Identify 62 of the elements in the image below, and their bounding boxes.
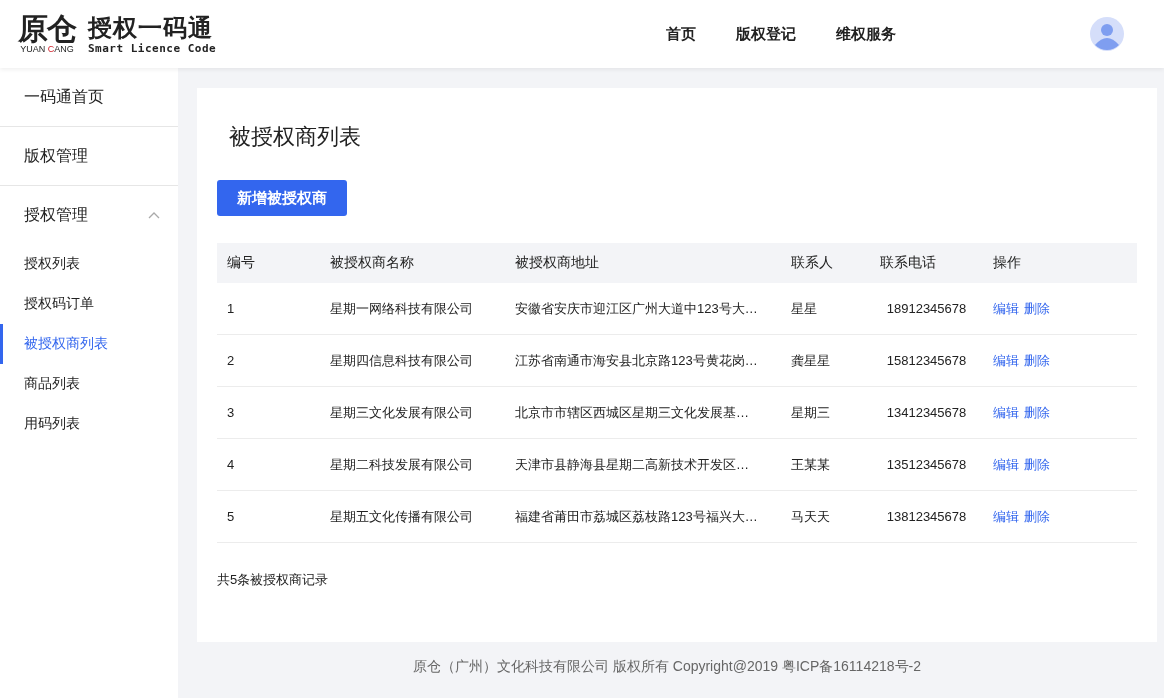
column-header: 编号: [217, 243, 320, 283]
page-title: 被授权商列表: [229, 123, 362, 151]
table-cell: 福建省莆田市荔城区荔枝路123号福兴大…: [505, 490, 781, 543]
table-cell: 2: [217, 334, 320, 387]
table-cell: 15812345678: [870, 334, 983, 387]
table-cell: 马天天: [781, 490, 870, 543]
sidebar-subitem[interactable]: 用码列表: [0, 404, 178, 444]
logo-mark: 原仓: [18, 13, 76, 44]
action-link[interactable]: 编辑: [993, 352, 1019, 368]
table-cell: 13812345678: [870, 490, 983, 543]
sidebar-subitem[interactable]: 授权码订单: [0, 284, 178, 324]
table-cell: 天津市县静海县星期二高新技术开发区…: [505, 438, 781, 491]
table-cell: 星期五文化传播有限公司: [320, 490, 505, 543]
sidebar-item[interactable]: 版权管理: [0, 127, 178, 186]
sidebar-subitem[interactable]: 授权列表: [0, 244, 178, 284]
action-link[interactable]: 删除: [1024, 508, 1050, 524]
action-link[interactable]: 编辑: [993, 404, 1019, 420]
nav-link[interactable]: 版权登记: [736, 24, 796, 44]
table-cell: 安徽省安庆市迎江区广州大道中123号大…: [505, 283, 781, 335]
table-cell: 1: [217, 283, 320, 335]
column-header: 联系人: [781, 243, 870, 283]
table-cell: 星期四信息科技有限公司: [320, 334, 505, 387]
table-cell: 龚星星: [781, 334, 870, 387]
table-cell: 江苏省南通市海安县北京路123号黄花岗…: [505, 334, 781, 387]
chevron-icon: [148, 211, 160, 219]
table-cell: 4: [217, 438, 320, 491]
table-cell: 星期三文化发展有限公司: [320, 386, 505, 439]
action-link[interactable]: 编辑: [993, 456, 1019, 472]
table-cell: 3: [217, 386, 320, 439]
nav-link[interactable]: 维权服务: [836, 24, 896, 44]
total-count: 共5条被授权商记录: [217, 571, 330, 589]
sidebar-group[interactable]: 授权管理: [0, 186, 178, 244]
column-header: 操作: [983, 243, 1137, 283]
table-cell: 18912345678: [870, 283, 983, 335]
logo-title: 授权一码通: [88, 13, 214, 42]
table-cell: 北京市市辖区西城区星期三文化发展基…: [505, 386, 781, 439]
avatar-icon[interactable]: [1090, 17, 1124, 51]
action-link[interactable]: 删除: [1024, 456, 1050, 472]
table-cell: 星期三: [781, 386, 870, 439]
table-cell: 星期二科技发展有限公司: [320, 438, 505, 491]
action-link[interactable]: 编辑: [993, 508, 1019, 524]
column-header: 联系电话: [870, 243, 983, 283]
logo-caption: YUAN CANG: [20, 43, 74, 55]
footer-text: 原仓（广州）文化科技有限公司 版权所有 Copyright@2019 粤ICP备16114218号-2: [413, 658, 921, 674]
table-cell: 5: [217, 490, 320, 543]
column-header: 被授权商地址: [505, 243, 781, 283]
action-link[interactable]: 删除: [1024, 300, 1050, 316]
add-button[interactable]: 新增被授权商: [217, 180, 347, 216]
table-cell: 星期一网络科技有限公司: [320, 283, 505, 335]
logo-subtitle: Smart Licence Code: [88, 41, 217, 55]
sidebar-subitem[interactable]: 被授权商列表: [0, 324, 178, 364]
table-cell: 星星: [781, 283, 870, 335]
action-link[interactable]: 删除: [1024, 404, 1050, 420]
table-cell: 13412345678: [870, 386, 983, 439]
table-cell: 王某某: [781, 438, 870, 491]
column-header: 被授权商名称: [320, 243, 505, 283]
action-link[interactable]: 删除: [1024, 352, 1050, 368]
sidebar-item[interactable]: 一码通首页: [0, 68, 178, 127]
action-link[interactable]: 编辑: [993, 300, 1019, 316]
sidebar-subitem[interactable]: 商品列表: [0, 364, 178, 404]
nav-link[interactable]: 首页: [666, 24, 696, 44]
table-cell: 13512345678: [870, 438, 983, 491]
